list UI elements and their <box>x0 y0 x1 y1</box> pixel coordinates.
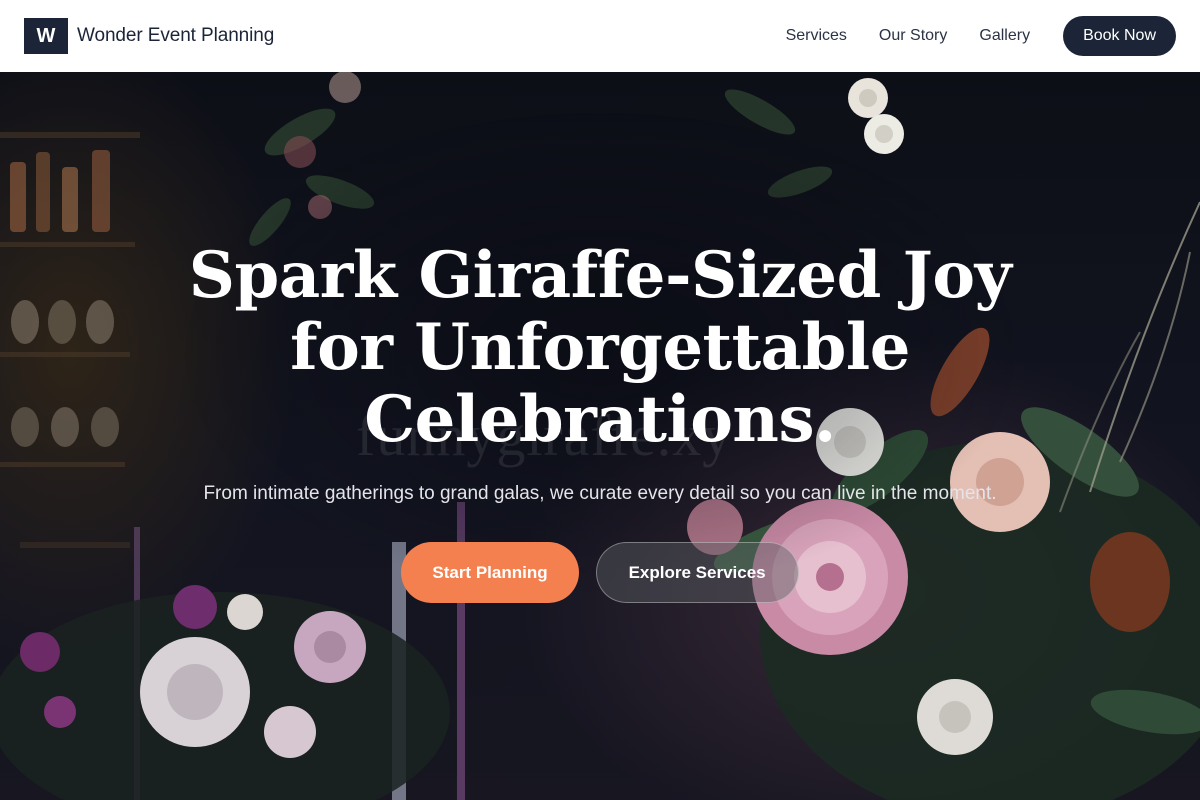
explore-services-button[interactable]: Explore Services <box>595 542 799 603</box>
start-planning-button[interactable]: Start Planning <box>401 542 579 603</box>
hero-title: Spark Giraffe-Sized Joy for Unforgettabl… <box>188 238 1012 457</box>
hero-subtitle: From intimate gatherings to grand galas,… <box>203 483 997 504</box>
site-header: W Wonder Event Planning Services Our Sto… <box>0 0 1200 72</box>
hero-content: Spark Giraffe-Sized Joy for Unforgettabl… <box>150 240 1050 603</box>
book-now-button[interactable]: Book Now <box>1063 16 1176 56</box>
main-nav: Services Our Story Gallery Book Now <box>786 16 1176 56</box>
logo-mark[interactable]: W <box>24 18 68 54</box>
brand[interactable]: W Wonder Event Planning <box>24 18 274 54</box>
brand-name[interactable]: Wonder Event Planning <box>77 25 274 47</box>
nav-link-gallery[interactable]: Gallery <box>979 27 1030 45</box>
hero-cta-row: Start Planning Explore Services <box>150 542 1050 603</box>
nav-link-our-story[interactable]: Our Story <box>879 27 947 45</box>
hero-section: funnygiraffe.xy Spark Giraffe-Sized Joy … <box>0 72 1200 800</box>
nav-link-services[interactable]: Services <box>786 27 847 45</box>
